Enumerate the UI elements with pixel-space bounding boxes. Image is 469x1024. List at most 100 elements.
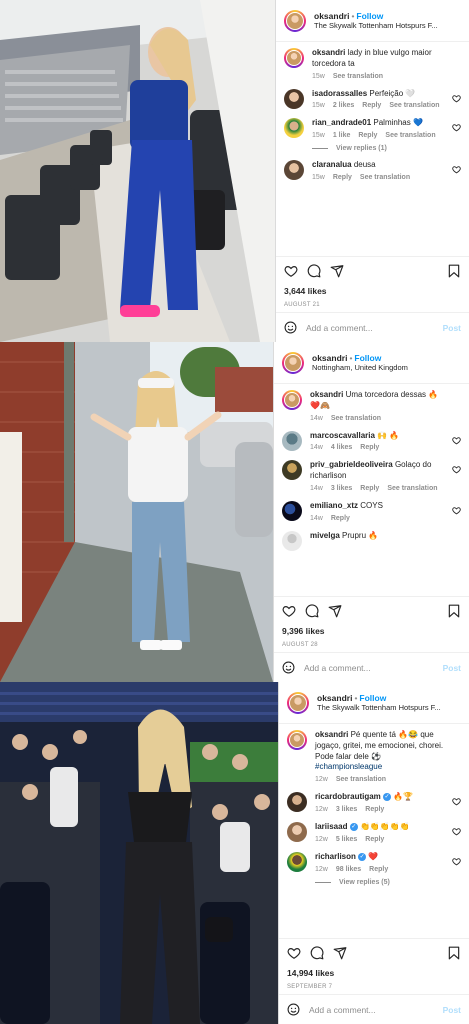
like-comment-heart-icon[interactable] — [452, 94, 461, 103]
follow-button[interactable]: Follow — [359, 693, 386, 703]
follow-button[interactable]: Follow — [356, 11, 383, 21]
add-comment-input[interactable]: Add a comment... — [304, 663, 443, 673]
avatar[interactable] — [284, 48, 304, 68]
location[interactable]: The Skywalk Tottenham Hotspurs F... — [317, 703, 441, 712]
likes-count[interactable]: 3 likes — [331, 485, 352, 492]
like-comment-heart-icon[interactable] — [452, 436, 461, 445]
reply-button[interactable]: Reply — [358, 132, 377, 139]
emoji-icon[interactable] — [282, 661, 295, 674]
likes-count[interactable]: 1 like — [333, 132, 351, 139]
caption-username[interactable]: oksandri — [312, 48, 345, 57]
bookmark-icon[interactable] — [447, 946, 461, 960]
likes-count[interactable]: 9,396 likes — [282, 626, 461, 636]
comment-username[interactable]: claranalua — [312, 160, 352, 169]
like-comment-heart-icon[interactable] — [452, 165, 461, 174]
caption-username[interactable]: oksandri — [315, 730, 348, 739]
comment-username[interactable]: mivelga — [310, 531, 340, 540]
avatar[interactable] — [287, 821, 307, 842]
share-icon[interactable] — [333, 946, 347, 960]
post-2-photo[interactable] — [0, 342, 273, 682]
avatar[interactable] — [282, 430, 302, 451]
emoji-icon[interactable] — [287, 1003, 300, 1016]
view-replies-button[interactable]: View replies (5) — [315, 879, 461, 886]
comment-username[interactable]: marcoscavallaria — [310, 431, 375, 440]
avatar[interactable] — [282, 460, 302, 481]
likes-count[interactable]: 3 likes — [336, 806, 357, 813]
avatar[interactable] — [287, 851, 307, 872]
like-comment-heart-icon[interactable] — [452, 123, 461, 132]
post-comment-button[interactable]: Post — [443, 663, 461, 673]
bookmark-icon[interactable] — [447, 604, 461, 618]
reply-button[interactable]: Reply — [365, 836, 384, 843]
username[interactable]: oksandri — [314, 11, 349, 21]
like-comment-heart-icon[interactable] — [452, 465, 461, 474]
avatar[interactable] — [287, 792, 307, 813]
see-translation-link[interactable]: See translation — [387, 485, 437, 492]
see-translation-link[interactable]: See translation — [331, 415, 381, 422]
username[interactable]: oksandri — [317, 693, 352, 703]
post-3-photo[interactable] — [0, 682, 278, 1024]
bookmark-icon[interactable] — [447, 264, 461, 278]
share-icon[interactable] — [328, 604, 342, 618]
comment-icon[interactable] — [305, 604, 319, 618]
reply-button[interactable]: Reply — [360, 444, 379, 451]
like-heart-icon[interactable] — [287, 946, 301, 960]
likes-count[interactable]: 3,644 likes — [284, 286, 461, 296]
avatar[interactable] — [282, 500, 302, 521]
avatar[interactable] — [287, 691, 309, 714]
see-translation-link[interactable]: See translation — [360, 174, 410, 181]
share-icon[interactable] — [330, 264, 344, 278]
like-comment-heart-icon[interactable] — [452, 857, 461, 866]
avatar[interactable] — [282, 530, 302, 551]
likes-count[interactable]: 4 likes — [331, 444, 352, 451]
avatar[interactable] — [284, 160, 304, 181]
avatar[interactable] — [284, 88, 304, 109]
see-translation-link[interactable]: See translation — [333, 73, 383, 80]
like-comment-heart-icon[interactable] — [452, 506, 461, 515]
see-translation-link[interactable]: See translation — [336, 776, 386, 783]
reply-button[interactable]: Reply — [360, 485, 379, 492]
likes-count[interactable]: 14,994 likes — [287, 968, 461, 978]
likes-count[interactable]: 98 likes — [336, 866, 361, 873]
comment-username[interactable]: isadorassalles — [312, 89, 367, 98]
caption-username[interactable]: oksandri — [310, 390, 343, 399]
emoji-icon[interactable] — [284, 321, 297, 334]
comment-icon[interactable] — [307, 264, 321, 278]
location[interactable]: The Skywalk Tottenham Hotspurs F... — [314, 21, 438, 30]
avatar[interactable] — [287, 730, 307, 750]
like-heart-icon[interactable] — [282, 604, 296, 618]
comment-username[interactable]: priv_gabrieldeoliveira — [310, 460, 393, 469]
like-comment-heart-icon[interactable] — [452, 827, 461, 836]
avatar[interactable] — [282, 351, 304, 374]
add-comment-input[interactable]: Add a comment... — [306, 323, 443, 333]
hashtag-link[interactable]: #championsleague — [315, 762, 382, 771]
comment-icon[interactable] — [310, 946, 324, 960]
username[interactable]: oksandri — [312, 353, 347, 363]
like-heart-icon[interactable] — [284, 264, 298, 278]
reply-button[interactable]: Reply — [333, 174, 352, 181]
avatar[interactable] — [282, 390, 302, 410]
reply-button[interactable]: Reply — [331, 515, 350, 522]
likes-count[interactable]: 5 likes — [336, 836, 357, 843]
comment-username[interactable]: emiliano_xtz — [310, 501, 358, 510]
view-replies-button[interactable]: View replies (1) — [312, 145, 461, 152]
comment-username[interactable]: richarlison — [315, 852, 356, 861]
comment-username[interactable]: rian_andrade01 — [312, 118, 371, 127]
avatar[interactable] — [284, 9, 306, 32]
comment-username[interactable]: ricardobrautigam — [315, 792, 381, 801]
like-comment-heart-icon[interactable] — [452, 797, 461, 806]
reply-button[interactable]: Reply — [369, 866, 388, 873]
likes-count[interactable]: 2 likes — [333, 102, 354, 109]
post-comment-button[interactable]: Post — [443, 1005, 461, 1015]
reply-button[interactable]: Reply — [365, 806, 384, 813]
avatar[interactable] — [284, 118, 304, 139]
comment-username[interactable]: lariisaad — [315, 822, 347, 831]
post-1-photo[interactable] — [0, 0, 275, 342]
reply-button[interactable]: Reply — [362, 102, 381, 109]
add-comment-input[interactable]: Add a comment... — [309, 1005, 443, 1015]
see-translation-link[interactable]: See translation — [389, 102, 439, 109]
follow-button[interactable]: Follow — [354, 353, 381, 363]
post-comment-button[interactable]: Post — [443, 323, 461, 333]
location[interactable]: Nottingham, United Kingdom — [312, 363, 408, 372]
see-translation-link[interactable]: See translation — [385, 132, 435, 139]
